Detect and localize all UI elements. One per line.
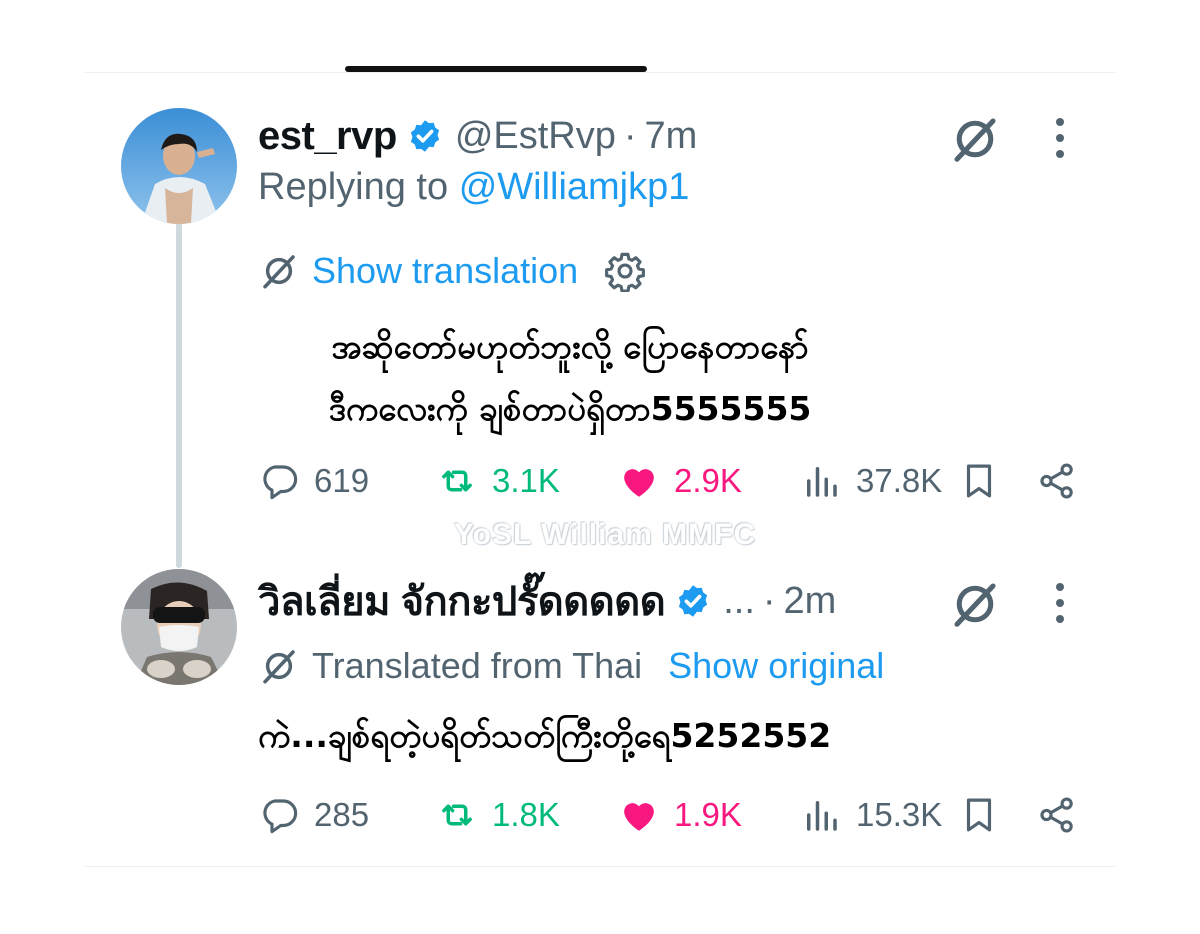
handle[interactable]: @EstRvp <box>455 115 616 158</box>
grok-icon <box>263 650 295 684</box>
views-count: 37.8K <box>856 462 943 499</box>
display-name[interactable]: วิลเลี่ยม จักกะปรั๊ดดดดด <box>258 569 666 633</box>
reply-count: 619 <box>314 462 370 499</box>
replying-prefix: Replying to <box>258 166 449 208</box>
tweet-body-line: အဆိုတော်မဟုတ်ဘူးလို့ ပြောနေတာနော် <box>331 327 809 366</box>
like-button[interactable]: 2.9K <box>618 456 742 506</box>
tweet-thread-screenshot: est_rvp @EstRvp · 7m Replying to @Willia… <box>0 0 1200 934</box>
share-icon[interactable] <box>1036 794 1078 836</box>
replying-to-line: Replying to @Williamjkp1 <box>258 166 689 209</box>
repost-button[interactable]: 3.1K <box>436 456 560 506</box>
translated-from-label: Translated from Thai <box>312 645 643 686</box>
reply-icon <box>263 799 298 834</box>
handle[interactable]: ... <box>723 580 755 623</box>
translation-row: Translated from Thai Show original <box>258 645 884 687</box>
grok-icon <box>263 255 295 289</box>
grok-icon[interactable] <box>948 577 1002 631</box>
reply-count: 285 <box>314 796 370 833</box>
verified-badge-icon <box>679 585 708 617</box>
views-button[interactable]: 15.3K <box>800 790 942 840</box>
separator-dot: · <box>762 579 776 622</box>
views-icon <box>807 801 837 831</box>
heart-icon <box>624 803 654 831</box>
reply-button[interactable]: 619 <box>258 456 369 506</box>
avatar-william[interactable] <box>121 569 237 685</box>
views-icon <box>807 467 837 497</box>
heart-icon <box>624 469 654 497</box>
reply-mention-link[interactable]: @Williamjkp1 <box>459 166 690 208</box>
bookmark-icon[interactable] <box>958 460 1000 502</box>
share-icon[interactable] <box>1036 460 1078 502</box>
thread-connector-line <box>176 222 182 568</box>
verified-badge-icon <box>410 120 439 152</box>
like-count: 2.9K <box>674 462 742 499</box>
action-bar: 619 3.1K 2.9K 37.8K <box>258 456 1088 506</box>
tweet-body: ကဲ...ချစ်ရတဲ့ပရိတ်သတ်ကြီးတို့ရေ5252552 <box>258 705 1018 767</box>
reply-icon <box>263 465 298 500</box>
timestamp[interactable]: 2m <box>784 580 837 623</box>
repost-icon <box>442 804 472 826</box>
show-translation-link[interactable]: Show translation <box>312 250 578 292</box>
separator-dot: · <box>623 114 637 157</box>
more-vertical-icon[interactable] <box>1048 579 1072 627</box>
bottom-divider <box>85 866 1115 867</box>
like-button[interactable]: 1.9K <box>618 790 742 840</box>
timestamp[interactable]: 7m <box>645 115 698 158</box>
bookmark-icon[interactable] <box>958 794 1000 836</box>
reply-button[interactable]: 285 <box>258 790 369 840</box>
tweet-body-line: ဒီကလေးကို ချစ်တာပဲရှိတာ5555555 <box>328 389 812 428</box>
tweet-body-line: ကဲ...ချစ်ရတဲ့ပရိတ်သတ်ကြီးတို့ရေ5252552 <box>258 716 832 755</box>
more-vertical-icon[interactable] <box>1048 114 1072 162</box>
like-count: 1.9K <box>674 796 742 833</box>
gear-icon[interactable] <box>604 250 646 292</box>
action-bar: 285 1.8K 1.9K 15.3K <box>258 790 1088 840</box>
views-button[interactable]: 37.8K <box>800 456 942 506</box>
watermark: YoSL William MMFC <box>453 518 757 551</box>
show-original-link[interactable]: Show original <box>668 645 884 687</box>
repost-count: 3.1K <box>492 462 560 499</box>
avatar-est-rvp[interactable] <box>121 108 237 224</box>
display-name[interactable]: est_rvp <box>258 114 397 159</box>
repost-icon <box>442 470 472 492</box>
tweet-header: วิลเลี่ยม จักกะปรั๊ดดดดด ... · 2m <box>258 571 836 631</box>
repost-button[interactable]: 1.8K <box>436 790 560 840</box>
sheet-grab-handle[interactable] <box>345 66 647 72</box>
views-count: 15.3K <box>856 796 943 833</box>
top-divider <box>85 72 1115 73</box>
tweet-body: အဆိုတော်မဟုတ်ဘူးလို့ ပြောနေတာနော် ဒီကလေး… <box>240 316 900 440</box>
grok-icon[interactable] <box>948 112 1002 166</box>
tweet-header: est_rvp @EstRvp · 7m <box>258 106 697 166</box>
translation-row: Show translation <box>258 250 646 292</box>
repost-count: 1.8K <box>492 796 560 833</box>
